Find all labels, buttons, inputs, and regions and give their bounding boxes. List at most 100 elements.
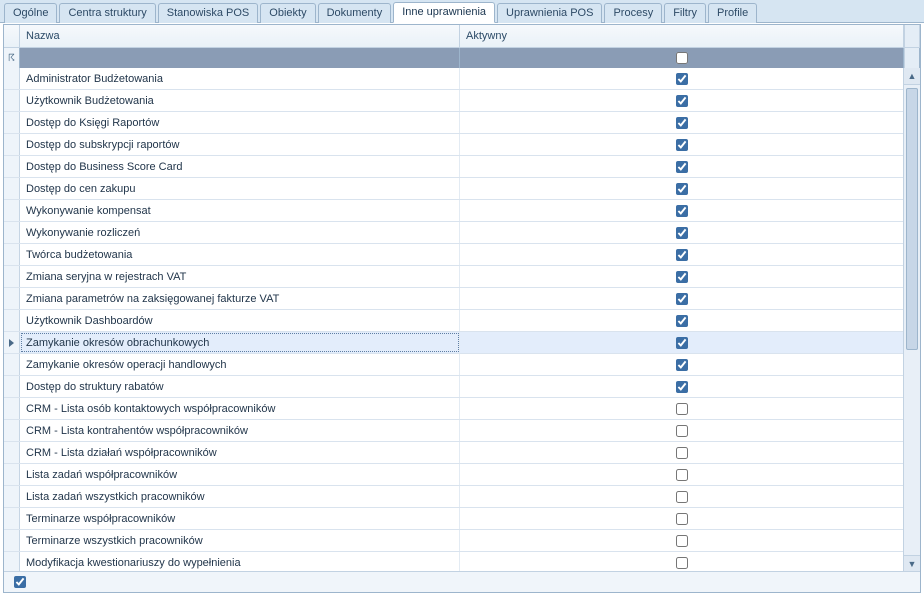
table-row[interactable]: Zamykanie okresów operacji handlowych <box>4 354 904 376</box>
tab-dokumenty[interactable]: Dokumenty <box>318 3 392 23</box>
permission-active-cell[interactable] <box>460 266 904 287</box>
permission-active-cell[interactable] <box>460 398 904 419</box>
tab-ogolne[interactable]: Ogólne <box>4 3 57 23</box>
row-indicator <box>4 508 20 529</box>
permission-active-cell[interactable] <box>460 354 904 375</box>
permission-name: Terminarze wszystkich pracowników <box>20 530 460 551</box>
table-row[interactable]: Wykonywanie kompensat <box>4 200 904 222</box>
permission-active-cell[interactable] <box>460 310 904 331</box>
permission-active-cell[interactable] <box>460 288 904 309</box>
scroll-thumb[interactable] <box>906 88 918 350</box>
permission-active-checkbox[interactable] <box>676 359 688 371</box>
permission-active-cell[interactable] <box>460 552 904 573</box>
row-indicator <box>4 68 20 89</box>
permission-active-cell[interactable] <box>460 508 904 529</box>
permission-active-checkbox[interactable] <box>676 557 688 569</box>
table-row[interactable]: Terminarze wszystkich pracowników <box>4 530 904 552</box>
permission-active-checkbox[interactable] <box>676 271 688 283</box>
tab-centra[interactable]: Centra struktury <box>59 3 155 23</box>
tab-upr_pos[interactable]: Uprawnienia POS <box>497 3 602 23</box>
table-row[interactable]: Zamykanie okresów obrachunkowych <box>4 332 904 354</box>
permission-name: Modyfikacja kwestionariuszy do wypełnien… <box>20 552 460 573</box>
permission-active-checkbox[interactable] <box>676 535 688 547</box>
row-indicator <box>4 442 20 463</box>
permission-active-cell[interactable] <box>460 530 904 551</box>
permission-active-checkbox[interactable] <box>676 73 688 85</box>
permission-active-cell[interactable] <box>460 420 904 441</box>
tab-obiekty[interactable]: Obiekty <box>260 3 315 23</box>
tab-stanowiska[interactable]: Stanowiska POS <box>158 3 259 23</box>
table-row[interactable]: Dostęp do cen zakupu <box>4 178 904 200</box>
permission-active-cell[interactable] <box>460 376 904 397</box>
permission-active-checkbox[interactable] <box>676 425 688 437</box>
permission-name: Dostęp do cen zakupu <box>20 178 460 199</box>
permission-active-cell[interactable] <box>460 332 904 353</box>
permission-active-checkbox[interactable] <box>676 117 688 129</box>
scroll-up-arrow[interactable]: ▲ <box>904 68 920 85</box>
permission-name: Zamykanie okresów obrachunkowych <box>20 332 460 353</box>
table-row[interactable]: Lista zadań wszystkich pracowników <box>4 486 904 508</box>
table-row[interactable]: Wykonywanie rozliczeń <box>4 222 904 244</box>
table-row[interactable]: Lista zadań współpracowników <box>4 464 904 486</box>
tab-procesy[interactable]: Procesy <box>604 3 662 23</box>
permission-active-cell[interactable] <box>460 156 904 177</box>
row-indicator <box>4 288 20 309</box>
permission-active-cell[interactable] <box>460 112 904 133</box>
permission-active-checkbox[interactable] <box>676 293 688 305</box>
permission-active-checkbox[interactable] <box>676 337 688 349</box>
table-row[interactable]: Dostęp do Księgi Raportów <box>4 112 904 134</box>
filter-active-cell[interactable] <box>460 48 904 68</box>
vertical-scrollbar[interactable]: ▲ ▼ <box>903 68 920 572</box>
footer-checkbox[interactable] <box>14 576 26 588</box>
table-row[interactable]: Zmiana seryjna w rejestrach VAT <box>4 266 904 288</box>
table-row[interactable]: Terminarze współpracowników <box>4 508 904 530</box>
permission-active-checkbox[interactable] <box>676 205 688 217</box>
tab-inne[interactable]: Inne uprawnienia <box>393 2 495 23</box>
filter-name-cell[interactable] <box>20 48 460 68</box>
permission-active-checkbox[interactable] <box>676 447 688 459</box>
table-row[interactable]: CRM - Lista osób kontaktowych współpraco… <box>4 398 904 420</box>
permission-active-cell[interactable] <box>460 222 904 243</box>
filter-active-checkbox[interactable] <box>676 52 688 64</box>
permission-name: Twórca budżetowania <box>20 244 460 265</box>
table-row[interactable]: Twórca budżetowania <box>4 244 904 266</box>
permission-active-checkbox[interactable] <box>676 95 688 107</box>
permission-name: CRM - Lista kontrahentów współpracownikó… <box>20 420 460 441</box>
permission-active-cell[interactable] <box>460 90 904 111</box>
permission-active-cell[interactable] <box>460 68 904 89</box>
permission-active-checkbox[interactable] <box>676 469 688 481</box>
scrollbar-header-spacer <box>904 25 920 47</box>
permission-active-checkbox[interactable] <box>676 491 688 503</box>
permission-active-cell[interactable] <box>460 134 904 155</box>
column-header-active[interactable]: Aktywny <box>460 25 904 47</box>
permission-active-cell[interactable] <box>460 442 904 463</box>
permission-active-cell[interactable] <box>460 244 904 265</box>
permission-active-checkbox[interactable] <box>676 161 688 173</box>
row-indicator <box>4 354 20 375</box>
permission-active-checkbox[interactable] <box>676 513 688 525</box>
table-row[interactable]: CRM - Lista działań współpracowników <box>4 442 904 464</box>
permission-active-checkbox[interactable] <box>676 139 688 151</box>
permission-active-checkbox[interactable] <box>676 381 688 393</box>
permission-active-cell[interactable] <box>460 178 904 199</box>
permission-active-checkbox[interactable] <box>676 315 688 327</box>
permission-active-cell[interactable] <box>460 200 904 221</box>
column-header-name[interactable]: Nazwa <box>20 25 460 47</box>
table-row[interactable]: Użytkownik Dashboardów <box>4 310 904 332</box>
table-row[interactable]: Administrator Budżetowania <box>4 68 904 90</box>
table-row[interactable]: Użytkownik Budżetowania <box>4 90 904 112</box>
permission-active-cell[interactable] <box>460 486 904 507</box>
table-row[interactable]: Zmiana parametrów na zaksięgowanej faktu… <box>4 288 904 310</box>
table-row[interactable]: Dostęp do subskrypcji raportów <box>4 134 904 156</box>
tab-filtry[interactable]: Filtry <box>664 3 706 23</box>
tab-profile[interactable]: Profile <box>708 3 757 23</box>
permission-active-checkbox[interactable] <box>676 403 688 415</box>
permission-active-checkbox[interactable] <box>676 227 688 239</box>
table-row[interactable]: Dostęp do Business Score Card <box>4 156 904 178</box>
table-row[interactable]: CRM - Lista kontrahentów współpracownikó… <box>4 420 904 442</box>
permission-active-checkbox[interactable] <box>676 249 688 261</box>
permission-active-checkbox[interactable] <box>676 183 688 195</box>
table-row[interactable]: Dostęp do struktury rabatów <box>4 376 904 398</box>
scroll-down-arrow[interactable]: ▼ <box>904 555 920 572</box>
permission-active-cell[interactable] <box>460 464 904 485</box>
